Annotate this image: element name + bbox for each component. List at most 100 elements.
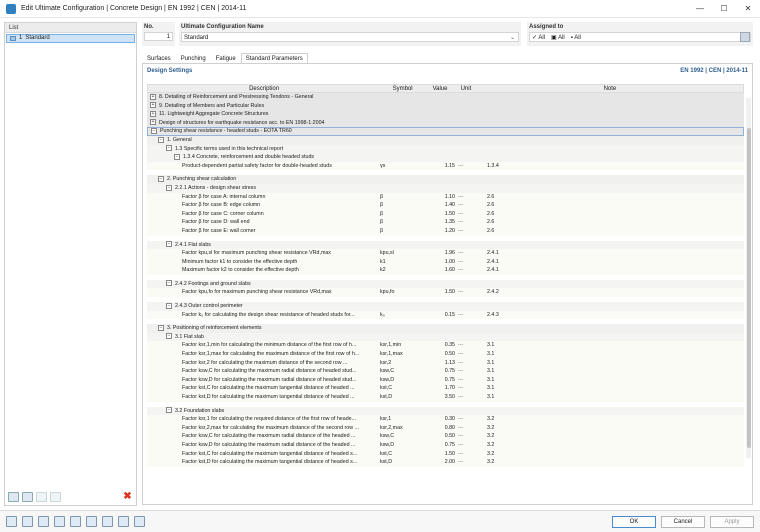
cancel-button[interactable]: Cancel — [661, 516, 705, 528]
parameter-row[interactable]: Factor kst,C for calculating the maximum… — [147, 384, 744, 393]
group-row[interactable]: −1. General — [147, 135, 744, 145]
apply-button[interactable]: Apply — [710, 516, 754, 528]
row-value[interactable]: 0.80 — [425, 424, 455, 433]
collapse-icon[interactable]: − — [166, 302, 172, 309]
group-row[interactable]: −2.4.3 Outer control perimeter — [147, 302, 744, 311]
parameter-row[interactable]: Factor β for case C: corner column β 1.50-… — [147, 209, 744, 219]
view-icon[interactable] — [70, 516, 81, 527]
number-format-icon[interactable] — [22, 516, 33, 527]
parameter-row[interactable]: Factor ksw,D for calculating the maximum… — [147, 440, 744, 450]
parameter-row[interactable]: Factor ksr,2 for calculating the maximum… — [147, 358, 744, 368]
parameter-row[interactable]: Factor ksr,1 for calculating the require… — [147, 415, 744, 424]
scrollbar-thumb[interactable] — [746, 128, 751, 448]
parameter-row[interactable]: Factor ksw,C for calculating the maximum… — [147, 367, 744, 376]
row-value[interactable]: 1.15 — [425, 162, 455, 171]
parameter-row[interactable]: Factor kpu,sl for maximum punching shear… — [147, 249, 744, 258]
collapse-icon[interactable]: − — [166, 184, 172, 191]
parameter-row[interactable]: Factor kst,D for calculating the maximum… — [147, 458, 744, 467]
group-row[interactable]: +9. Detailing of Members and Particular … — [147, 101, 744, 111]
row-value[interactable]: 1.96 — [425, 249, 455, 258]
ok-button[interactable]: OK — [612, 516, 656, 528]
assigned-to-field[interactable]: ✓ All ▣ All ▪ All — [529, 32, 751, 42]
row-value[interactable]: 1.50 — [425, 288, 455, 297]
expand-icon[interactable]: + — [150, 110, 156, 117]
row-value[interactable]: 0.75 — [425, 376, 455, 385]
collapse-icon[interactable]: − — [166, 241, 172, 248]
row-value[interactable]: 1.13 — [425, 359, 455, 368]
group-row[interactable]: −2. Punching shear calculation — [147, 175, 744, 184]
parameter-row[interactable]: Factor β for case E: wall corner β 1.20 ---… — [147, 226, 744, 236]
parameter-row[interactable]: Maximum factor k2 to consider the effect… — [147, 266, 744, 275]
group-row[interactable]: − Punching shear resistance - headed stud… — [147, 127, 744, 136]
copy-item-icon[interactable] — [22, 492, 33, 502]
parameter-row[interactable]: Factor β for case B: edge column β 1.40 ---… — [147, 201, 744, 210]
number-field[interactable]: 1 — [144, 32, 173, 41]
row-value[interactable]: 0.15 — [425, 311, 455, 320]
parameter-row[interactable]: Factor β for case D: wall end β 1.35 --- 2.6 — [147, 218, 744, 227]
parameter-row[interactable]: Factor ksr,2,max for calculating the max… — [147, 423, 744, 433]
expand-icon[interactable]: + — [150, 93, 156, 100]
parameter-row[interactable]: Factor ksw,C for calculating the maximum… — [147, 432, 744, 441]
chevron-down-icon[interactable]: ⌄ — [510, 33, 515, 43]
select-objects-icon[interactable] — [86, 516, 97, 527]
maximize-button[interactable]: ☐ — [712, 0, 736, 18]
expand-icon[interactable]: + — [150, 119, 156, 126]
tab-fatigue[interactable]: Fatigue — [211, 53, 241, 63]
group-row[interactable]: −2.4.2 Footings and ground slabs — [147, 279, 744, 289]
row-value[interactable]: 0.50 — [425, 432, 455, 441]
tab-surfaces[interactable]: Surfaces — [142, 53, 176, 63]
delete-icon[interactable]: ✖ — [122, 492, 133, 502]
tab-standard-parameters[interactable]: Standard Parameters — [240, 53, 308, 63]
close-button[interactable]: ✕ — [736, 0, 760, 18]
row-value[interactable]: 0.35 — [425, 341, 455, 350]
parameter-row[interactable]: Factor kpu,fo for maximum punching shear… — [147, 288, 744, 298]
row-value[interactable]: 1.60 — [425, 266, 455, 275]
row-value[interactable]: 0.50 — [425, 350, 455, 359]
group-row[interactable]: −2.2.1 Actions - design shear stress — [147, 183, 744, 193]
new-item-icon[interactable] — [8, 492, 19, 502]
collapse-icon[interactable]: − — [158, 324, 164, 331]
row-value[interactable]: 3.50 — [425, 393, 455, 402]
parameter-row[interactable]: Minimum factor k1 to consider the effect… — [147, 257, 744, 267]
name-field[interactable]: Standard ⌄ — [181, 32, 519, 42]
collapse-icon[interactable]: − — [166, 280, 172, 287]
parameter-row[interactable]: Factor ksw,D for calculating the maximum… — [147, 375, 744, 385]
parameter-row[interactable]: Factor kst,C for calculating the maximum… — [147, 449, 744, 459]
collapse-icon[interactable]: − — [166, 407, 172, 414]
collapse-icon[interactable]: − — [151, 127, 157, 134]
table-icon[interactable] — [102, 516, 113, 527]
uncheck-icon[interactable] — [50, 492, 61, 502]
parameter-row[interactable]: Factor β for case A: internal column β 1.1… — [147, 192, 744, 202]
check-icon[interactable] — [36, 492, 47, 502]
collapse-icon[interactable]: − — [174, 153, 180, 160]
group-row[interactable]: +8. Detailing of Reinforcement and Prest… — [147, 93, 744, 102]
group-row[interactable]: −1.3.4 Concrete, reinforcement and doubl… — [147, 153, 744, 162]
parameter-row[interactable]: Factor k₀ for calculating the design she… — [147, 310, 744, 320]
row-value[interactable]: 1.50 — [425, 450, 455, 459]
material-icon[interactable] — [54, 516, 65, 527]
minimize-button[interactable]: — — [688, 0, 712, 18]
parameter-row[interactable]: Factor ksr,1,max for calculating the max… — [147, 350, 744, 359]
search-icon[interactable] — [6, 516, 17, 527]
group-row[interactable]: −3.1 Flat slab — [147, 332, 744, 342]
row-value[interactable]: 1.50 — [425, 210, 455, 219]
row-value[interactable]: 0.30 — [425, 415, 455, 424]
reset-icon[interactable] — [118, 516, 129, 527]
row-value[interactable]: 1.40 — [425, 201, 455, 210]
group-row[interactable]: −2.4.1 Flat slabs — [147, 240, 744, 250]
group-row[interactable]: −3. Positioning of reinforcement element… — [147, 324, 744, 333]
vertical-scrollbar[interactable] — [746, 98, 751, 458]
collapse-icon[interactable]: − — [166, 145, 172, 152]
row-value[interactable]: 0.75 — [425, 441, 455, 450]
row-value[interactable]: 2.00 — [425, 458, 455, 467]
row-value[interactable]: 1.35 — [425, 218, 455, 227]
row-value[interactable]: 1.10 — [425, 193, 455, 202]
parameter-row[interactable]: Factor ksr,1,min for calculating the min… — [147, 341, 744, 351]
parameter-row[interactable]: Factor kst,D for calculating the maximum… — [147, 393, 744, 402]
collapse-icon[interactable]: − — [158, 175, 164, 182]
group-row[interactable]: −3.2 Foundation slabs — [147, 406, 744, 416]
group-row[interactable]: +11. Lightweight Aggregate Concrete Stru… — [147, 110, 744, 119]
tab-punching[interactable]: Punching — [176, 53, 211, 63]
parameter-row[interactable]: Product-dependent partial safety factor … — [147, 161, 744, 171]
color-icon[interactable] — [38, 516, 49, 527]
